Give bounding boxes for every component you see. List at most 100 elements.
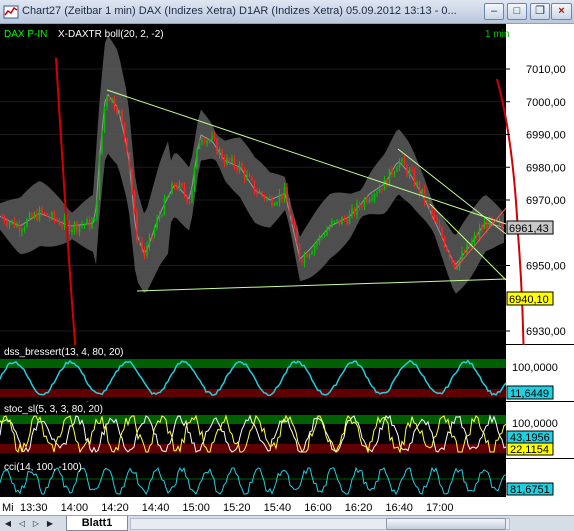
candle-body — [8, 222, 11, 226]
horizontal-scrollbar-thumb[interactable] — [386, 518, 506, 530]
candle-body — [138, 240, 141, 242]
candle-body — [456, 268, 458, 270]
chart-area[interactable]: DAX P-IN X-DAXTR boll(20, 2, -2) 1 min 7… — [0, 24, 574, 515]
candle-body — [246, 174, 248, 179]
candle-body — [43, 212, 46, 214]
candle-body — [401, 159, 403, 162]
candle-body — [28, 213, 31, 220]
candle-body — [71, 229, 73, 233]
level-price-tag: 6940,10 — [506, 291, 554, 306]
last-sheet-icon[interactable]: ▶ — [44, 518, 56, 530]
candle-body — [86, 218, 88, 225]
candle-body — [408, 169, 411, 176]
stoch-value-tag-1: 43,1956 — [510, 432, 550, 444]
window-title: Chart27 (Zeitbar 1 min) DAX (Indizes Xet… — [22, 5, 457, 17]
candle-body — [56, 219, 58, 222]
price-axis-label: 6970,00 — [526, 195, 566, 207]
chart-canvas[interactable]: DAX P-IN X-DAXTR boll(20, 2, -2) 1 min 7… — [0, 24, 574, 515]
price-axis-label: 6950,00 — [526, 261, 566, 273]
candle-body — [288, 201, 291, 216]
candle-body — [38, 208, 41, 221]
candle-body — [183, 186, 186, 196]
candle-body — [108, 96, 111, 102]
candle-body — [478, 228, 481, 238]
candle-body — [411, 169, 413, 172]
time-axis-label: 16:00 — [304, 502, 332, 514]
candle-body — [273, 204, 276, 206]
candle-body — [423, 188, 426, 202]
candle-body — [393, 171, 396, 175]
candle-body — [61, 225, 63, 227]
stoch-axis-label: 100,0000 — [512, 418, 558, 430]
candle-body — [201, 140, 203, 142]
candle-body — [23, 227, 26, 230]
candle-body — [221, 149, 223, 160]
maximize-button[interactable]: □ — [507, 3, 527, 20]
time-axis-label: 15:40 — [264, 502, 292, 514]
candle-body — [296, 229, 298, 244]
title-bar[interactable]: Chart27 (Zeitbar 1 min) DAX (Indizes Xet… — [0, 0, 574, 24]
stoch-panel: stoc_sl(5, 3, 3, 80, 20) 100,0000 43,195… — [0, 402, 574, 458]
close-button[interactable]: × — [551, 3, 572, 20]
time-axis[interactable]: Mi 13:30 14:00 14:20 14:40 15:00 15:20 15:40 16… — [0, 497, 574, 515]
candle-body — [356, 203, 358, 215]
candle-body — [193, 167, 196, 190]
candle-body — [83, 224, 86, 226]
candle-body — [338, 219, 341, 225]
candle-body — [36, 213, 38, 221]
candle-body — [301, 260, 303, 263]
candle-body — [141, 241, 143, 249]
dss-label: dss_bressert(13, 4, 80, 20) — [4, 347, 124, 358]
candle-body — [131, 168, 133, 193]
candle-body — [323, 235, 326, 237]
stoch-value-tag-2: 22,1154 — [510, 444, 549, 456]
candle-body — [413, 171, 416, 186]
candle-body — [211, 135, 213, 140]
candle-body — [431, 207, 433, 215]
candle-body — [391, 169, 393, 175]
next-sheet-icon[interactable]: ▷ — [30, 518, 42, 530]
candle-body — [396, 167, 398, 172]
candle-body — [103, 106, 106, 132]
current-price-tag: 6961,43 — [506, 220, 554, 235]
prev-sheet-icon[interactable]: ◁ — [16, 518, 28, 530]
candle-body — [243, 168, 246, 179]
candle-body — [223, 159, 226, 165]
dss-value-tag: 11,6449 — [510, 388, 549, 400]
candle-body — [363, 198, 366, 207]
first-sheet-icon[interactable]: ◀ — [2, 518, 14, 530]
candle-body — [271, 197, 273, 206]
restore-button[interactable]: ❐ — [530, 3, 550, 20]
price-legend-indicator: X-DAXTR boll(20, 2, -2) — [58, 29, 164, 40]
tab-blatt1[interactable]: Blatt1 — [66, 516, 128, 531]
candle-body — [403, 159, 406, 166]
candle-body — [248, 174, 251, 178]
candle-body — [168, 194, 171, 198]
candle-body — [33, 213, 36, 218]
candle-body — [353, 207, 356, 215]
candle-body — [316, 241, 318, 246]
candle-body — [171, 183, 173, 195]
time-axis-label: 17:00 — [426, 502, 454, 514]
minimize-button[interactable]: – — [484, 3, 504, 20]
candle-body — [6, 221, 8, 226]
candle-body — [31, 213, 33, 218]
candle-body — [343, 217, 346, 220]
price-axis-label: 7000,00 — [526, 97, 566, 109]
candle-body — [453, 261, 456, 269]
candle-body — [421, 188, 423, 194]
candle-body — [241, 163, 243, 169]
stoch-label: stoc_sl(5, 3, 3, 80, 20) — [4, 404, 103, 415]
candle-body — [21, 229, 23, 232]
candle-body — [18, 223, 21, 232]
candle-body — [148, 236, 151, 247]
level-price-text: 6940,10 — [509, 294, 549, 306]
candle-body — [346, 219, 348, 225]
candle-body — [96, 199, 98, 219]
price-axis-label: 6980,00 — [526, 162, 566, 174]
sheet-tab-bar: ◀ ◁ ▷ ▶ Blatt1 — [0, 515, 574, 531]
current-price-text: 6961,43 — [509, 223, 549, 235]
candle-body — [73, 222, 76, 230]
candle-body — [231, 157, 233, 162]
candle-body — [383, 179, 386, 191]
